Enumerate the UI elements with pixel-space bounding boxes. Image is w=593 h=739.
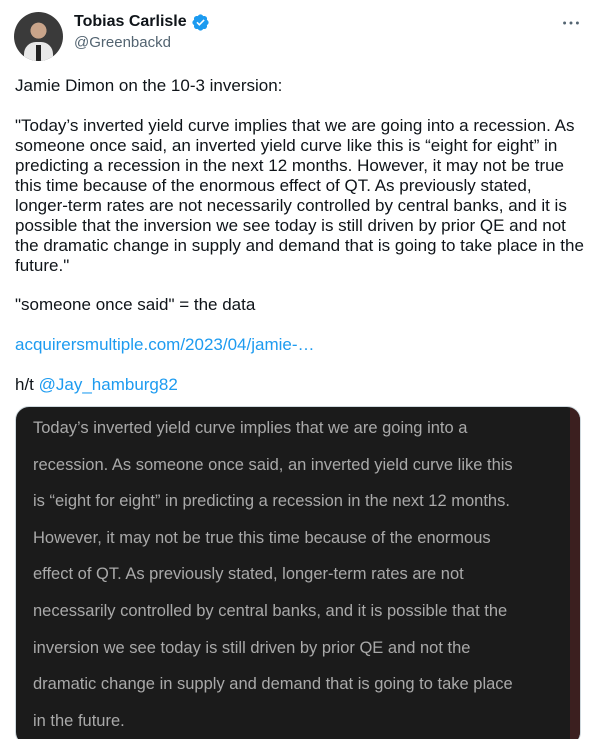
media-quote-text: Today’s inverted yield curve implies tha…: [33, 410, 553, 739]
media-image[interactable]: Today’s inverted yield curve implies tha…: [15, 406, 581, 739]
article-link[interactable]: acquirersmultiple.com/2023/04/jamie-…: [15, 335, 315, 354]
author-name[interactable]: Tobias Carlisle: [74, 12, 210, 32]
more-options-icon[interactable]: [560, 12, 582, 34]
hat-tip-prefix: h/t: [15, 375, 39, 394]
media-line: Today’s inverted yield curve implies tha…: [33, 419, 468, 437]
media-line: inversion we see today is still driven b…: [33, 638, 471, 657]
media-line: effect of QT. As previously stated, long…: [33, 565, 464, 584]
verified-badge-icon: [192, 13, 209, 31]
media-edge-strip: [570, 407, 580, 739]
media-line: recession. As someone once said, an inve…: [33, 455, 513, 474]
author-name-text[interactable]: Tobias Carlisle: [74, 12, 187, 32]
avatar-tie: [36, 45, 41, 61]
tweet-intro: Jamie Dimon on the 10-3 inversion:: [15, 76, 283, 95]
tweet-quote: "Today’s inverted yield curve implies th…: [15, 116, 584, 275]
media-line: However, it may not be true this time be…: [33, 528, 491, 547]
author-handle[interactable]: @Greenbackd: [74, 34, 171, 52]
media-line: in the future.: [33, 711, 125, 730]
tweet-url: acquirersmultiple.com/2023/04/jamie-…: [15, 335, 585, 355]
tweet: Tobias Carlisle @Greenbackd Jamie Dimon …: [0, 0, 593, 739]
media-line: is “eight for eight” in predicting a rec…: [33, 492, 510, 511]
tweet-comment: "someone once said" = the data: [15, 295, 256, 314]
media-line: necessarily controlled by central banks,…: [33, 601, 508, 620]
mention-link[interactable]: @Jay_hamburg82: [39, 375, 178, 394]
avatar[interactable]: [14, 12, 63, 61]
hat-tip: h/t @Jay_hamburg82: [15, 375, 585, 395]
media-line: dramatic change in supply and demand tha…: [33, 675, 513, 694]
